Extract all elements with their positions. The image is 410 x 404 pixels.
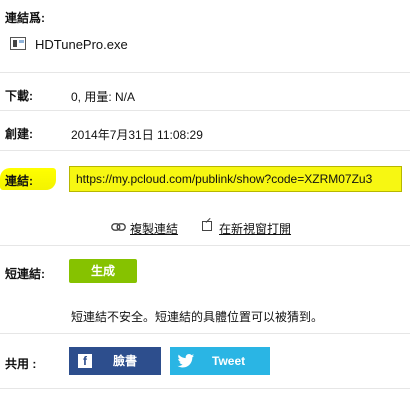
twitter-share-button[interactable]: Tweet bbox=[170, 347, 270, 375]
short-link-label: 短連結: bbox=[5, 267, 45, 281]
created-value: 2014年7月31日 11:08:29 bbox=[71, 128, 203, 142]
link-name-label: 連結爲: bbox=[5, 11, 45, 25]
divider bbox=[0, 388, 410, 389]
filename: HDTunePro.exe bbox=[35, 37, 128, 52]
facebook-share-label: 臉書 bbox=[113, 354, 138, 368]
downloads-label: 下載: bbox=[5, 89, 33, 103]
generate-short-link-button[interactable]: 生成 bbox=[69, 259, 137, 283]
file-icon bbox=[10, 37, 26, 50]
facebook-icon: f bbox=[78, 354, 92, 368]
link-url-field[interactable]: https://my.pcloud.com/publink/show?code=… bbox=[69, 166, 402, 192]
open-new-window-icon bbox=[202, 221, 212, 231]
twitter-icon bbox=[177, 354, 195, 368]
short-link-warning: 短連結不安全。短連結的具體位置可以被猜到。 bbox=[71, 310, 324, 324]
open-new-window-link[interactable]: 在新視窗打開 bbox=[219, 220, 291, 237]
created-label: 創建: bbox=[5, 127, 33, 141]
link-label: 連結: bbox=[5, 174, 33, 188]
share-label: 共用 : bbox=[5, 357, 37, 371]
tweet-label: Tweet bbox=[212, 354, 246, 368]
facebook-share-button[interactable]: f 臉書 bbox=[69, 347, 161, 375]
divider bbox=[0, 110, 410, 111]
divider bbox=[0, 245, 410, 246]
downloads-value: 0, 用量: N/A bbox=[71, 90, 136, 104]
divider bbox=[0, 333, 410, 334]
divider bbox=[0, 150, 410, 151]
copy-link-button[interactable]: 複製連結 bbox=[130, 220, 178, 237]
link-icon bbox=[111, 223, 126, 231]
divider bbox=[0, 72, 410, 73]
